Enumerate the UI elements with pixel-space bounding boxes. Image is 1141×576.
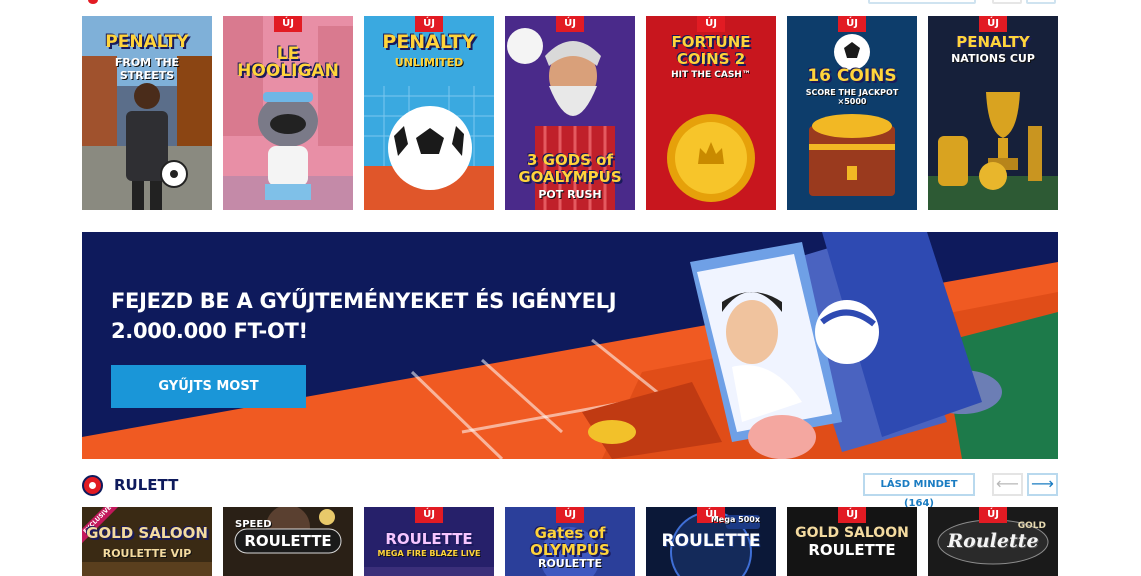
tile-subtitle: ROULETTE	[808, 541, 896, 559]
tile-title: PENALTY	[382, 31, 476, 53]
top-games-row: PENALTY FROM THE STREETS ÚJ LE HOOLIGAN	[82, 16, 1058, 210]
new-badge: ÚJ	[556, 507, 584, 523]
tile-title: LE HOOLIGAN	[237, 44, 339, 81]
roulette-games-row: EXCLUSIVE GOLD SALOON ROULETTE VIP SPEED…	[82, 507, 1058, 576]
tile-title: PENALTY	[956, 33, 1030, 51]
new-badge: ÚJ	[838, 507, 866, 523]
roulette-icon	[82, 475, 103, 496]
previous-next-arrow-button[interactable]	[1026, 0, 1056, 4]
new-badge: ÚJ	[274, 16, 302, 32]
game-tile-gold-saloon-roulette[interactable]: ÚJ GOLD SALOON ROULETTE	[787, 507, 917, 576]
tile-subtitle: SPEED	[235, 519, 272, 530]
tile-title: ROULETTE	[661, 531, 761, 551]
previous-see-all-button[interactable]	[868, 0, 976, 4]
new-badge: ÚJ	[838, 16, 866, 32]
casino-page: PENALTY FROM THE STREETS ÚJ LE HOOLIGAN	[0, 0, 1141, 576]
tile-subtitle: ROULETTE	[537, 557, 603, 570]
new-badge: ÚJ	[415, 507, 443, 523]
new-badge: ÚJ	[556, 16, 584, 32]
tile-title: ROULETTE	[385, 530, 473, 548]
game-tile-16-coins[interactable]: ÚJ 16 COINS SCORE THE JACKPOT ×5000	[787, 16, 917, 210]
game-tile-mega-roulette[interactable]: ÚJ Mega 500x ROULETTE	[646, 507, 776, 576]
tile-title: Roulette	[947, 530, 1039, 552]
next-arrow-button[interactable]: ⟶	[1027, 473, 1058, 496]
game-tile-speed-roulette[interactable]: SPEED ROULETTE	[223, 507, 353, 576]
tile-title: PENALTY	[105, 32, 189, 52]
sixteen-coins-art	[787, 16, 917, 210]
tile-subtitle: MEGA FIRE BLAZE LIVE	[377, 549, 481, 558]
tile-subtitle: UNLIMITED	[394, 56, 464, 69]
tile-subtitle: POT RUSH	[538, 188, 602, 201]
game-tile-mega-fire-blaze-roulette[interactable]: ÚJ ROULETTE MEGA FIRE BLAZE LIVE	[364, 507, 494, 576]
new-badge: ÚJ	[979, 16, 1007, 32]
section-title: RULETT	[114, 476, 179, 494]
tile-subtitle: Mega 500x	[710, 515, 760, 524]
tile-title: GOLD SALOON	[86, 524, 208, 542]
promo-banner[interactable]: FEJEZD BE A GYŰJTEMÉNYEKET ÉS IGÉNYELJ 2…	[82, 232, 1058, 459]
tile-subtitle: FROM THE STREETS	[114, 56, 180, 82]
tile-title: FORTUNE COINS 2	[671, 33, 751, 68]
tile-title: GOLD SALOON	[795, 525, 909, 541]
game-tile-gates-of-olympus-roulette[interactable]: ÚJ Gates of OLYMPUS ROULETTE	[505, 507, 635, 576]
game-tile-penalty-streets[interactable]: PENALTY FROM THE STREETS	[82, 16, 212, 210]
tile-title: 3 GODS of GOALYMPUS	[518, 151, 622, 186]
collect-now-button[interactable]: GYŰJTS MOST	[111, 365, 306, 408]
see-all-button[interactable]: LÁSD MINDET (164)	[863, 473, 975, 509]
game-tile-gold-saloon-vip[interactable]: EXCLUSIVE GOLD SALOON ROULETTE VIP	[82, 507, 212, 576]
tile-subtitle: HIT THE CASH™	[671, 70, 751, 80]
previous-section-icon	[88, 0, 98, 4]
prev-arrow-button[interactable]: ⟵	[992, 473, 1023, 496]
tile-subtitle: SCORE THE JACKPOT ×5000	[805, 88, 899, 106]
game-tile-le-hooligan[interactable]: ÚJ LE HOOLIGAN	[223, 16, 353, 210]
previous-section-controls	[868, 0, 1058, 4]
tile-subtitle: ROULETTE VIP	[102, 547, 192, 560]
tile-title: Gates of OLYMPUS	[530, 524, 610, 559]
banner-title: FEJEZD BE A GYŰJTEMÉNYEKET ÉS IGÉNYELJ 2…	[111, 289, 617, 343]
game-tile-gold-roulette[interactable]: ÚJ GOLD Roulette	[928, 507, 1058, 576]
tile-subtitle: NATIONS CUP	[951, 52, 1035, 65]
game-tile-fortune-coins-2[interactable]: ÚJ FORTUNE COINS 2 HIT THE CASH™	[646, 16, 776, 210]
game-tile-penalty-nations-cup[interactable]: ÚJ PENALTY NATIONS CUP	[928, 16, 1058, 210]
game-tile-penalty-unlimited[interactable]: ÚJ PENALTY UNLIMITED	[364, 16, 494, 210]
new-badge: ÚJ	[697, 16, 725, 32]
tile-title: 16 COINS	[807, 66, 897, 86]
tile-title: ROULETTE	[244, 532, 332, 550]
previous-prev-arrow-button[interactable]	[992, 0, 1022, 4]
new-badge: ÚJ	[415, 16, 443, 32]
game-tile-3-gods-goalympus[interactable]: ÚJ 3 GODS of GOALYMPUS POT RUSH	[505, 16, 635, 210]
